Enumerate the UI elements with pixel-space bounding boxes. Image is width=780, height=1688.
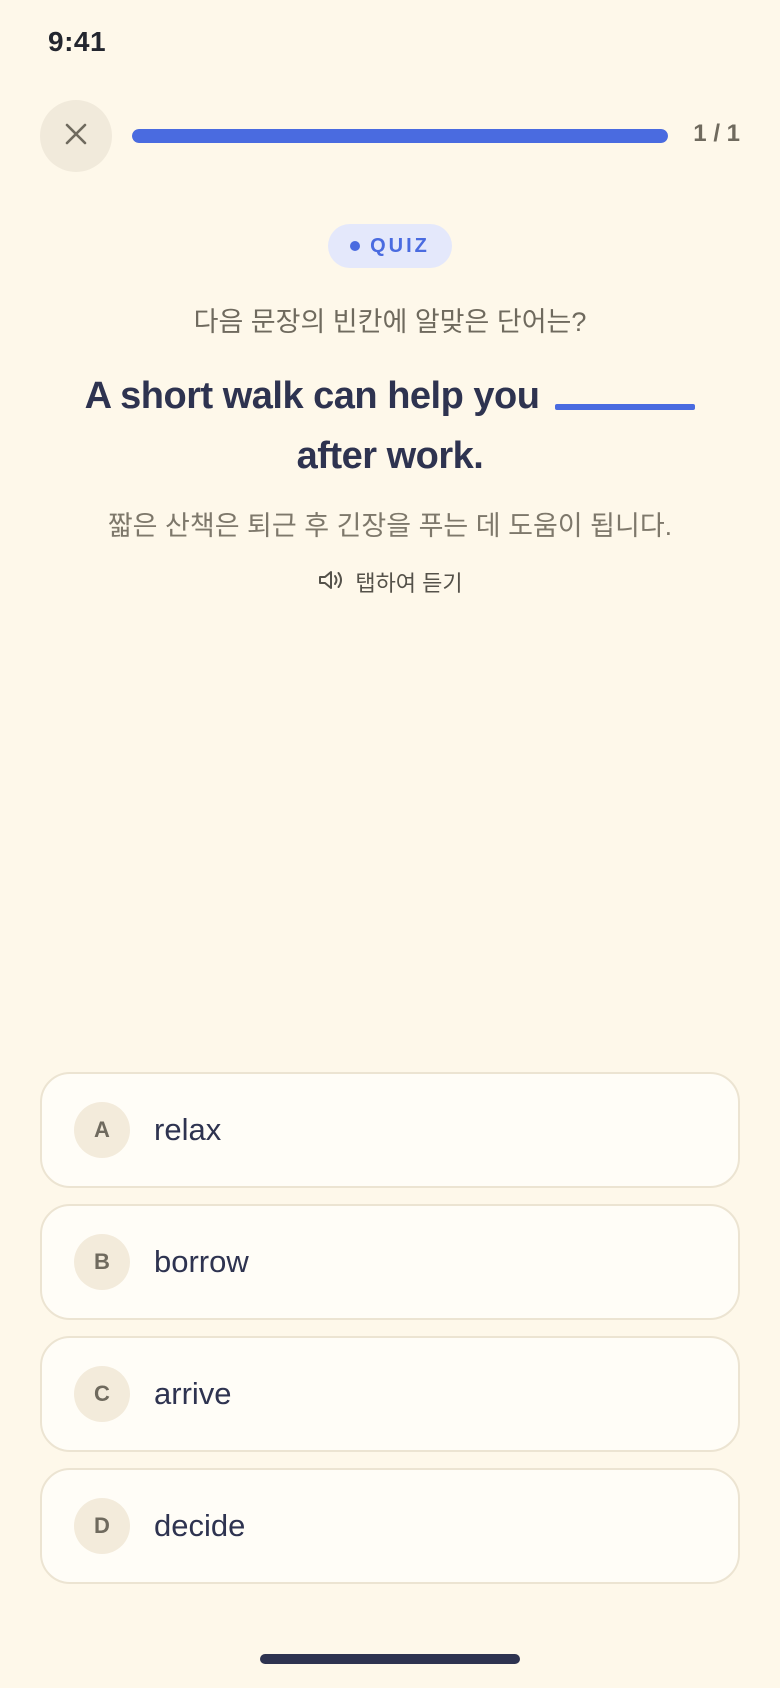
question-prompt: 다음 문장의 빈칸에 알맞은 단어는?: [193, 307, 587, 337]
progress-fill: [132, 129, 668, 143]
option-text: relax: [154, 1112, 222, 1147]
progress-bar: [132, 129, 668, 143]
home-indicator: [260, 1654, 520, 1664]
option-letter: D: [74, 1498, 130, 1554]
option-letter: C: [74, 1366, 130, 1422]
close-icon: [63, 121, 89, 152]
option-text: arrive: [154, 1376, 232, 1411]
option-text: decide: [154, 1508, 246, 1543]
option-a[interactable]: A relax: [40, 1072, 740, 1188]
progress-counter: 1 / 1: [693, 120, 740, 147]
option-letter: A: [74, 1102, 130, 1158]
quiz-screen: 9:41 1 / 1 QUIZ 다음 문장의 빈칸에 알맞은 단어는? A sh…: [0, 0, 780, 1688]
sentence-part-before: A short walk can help you: [84, 375, 540, 417]
option-letter: B: [74, 1234, 130, 1290]
quiz-badge: QUIZ: [328, 224, 452, 268]
listen-button[interactable]: 탭하여 듣기: [0, 566, 780, 598]
badge-label: QUIZ: [370, 234, 430, 257]
option-text: borrow: [154, 1244, 249, 1279]
sentence-translation: 짧은 산책은 퇴근 후 긴장을 푸는 데 도움이 됩니다.: [107, 511, 673, 541]
sentence-part-after: after work.: [296, 435, 484, 477]
option-d[interactable]: D decide: [40, 1468, 740, 1584]
option-b[interactable]: B borrow: [40, 1204, 740, 1320]
close-button[interactable]: [40, 100, 112, 172]
speaker-icon: [317, 568, 345, 597]
quiz-sentence: A short walk can help you after work.: [60, 366, 720, 486]
option-c[interactable]: C arrive: [40, 1336, 740, 1452]
top-bar: 1 / 1: [40, 100, 740, 172]
badge-dot: [350, 241, 361, 251]
listen-label: 탭하여 듣기: [355, 571, 463, 596]
status-time: 9:41: [48, 26, 107, 57]
answer-options: A relax B borrow C arrive D decide: [40, 1072, 740, 1600]
answer-blank: [555, 404, 696, 410]
